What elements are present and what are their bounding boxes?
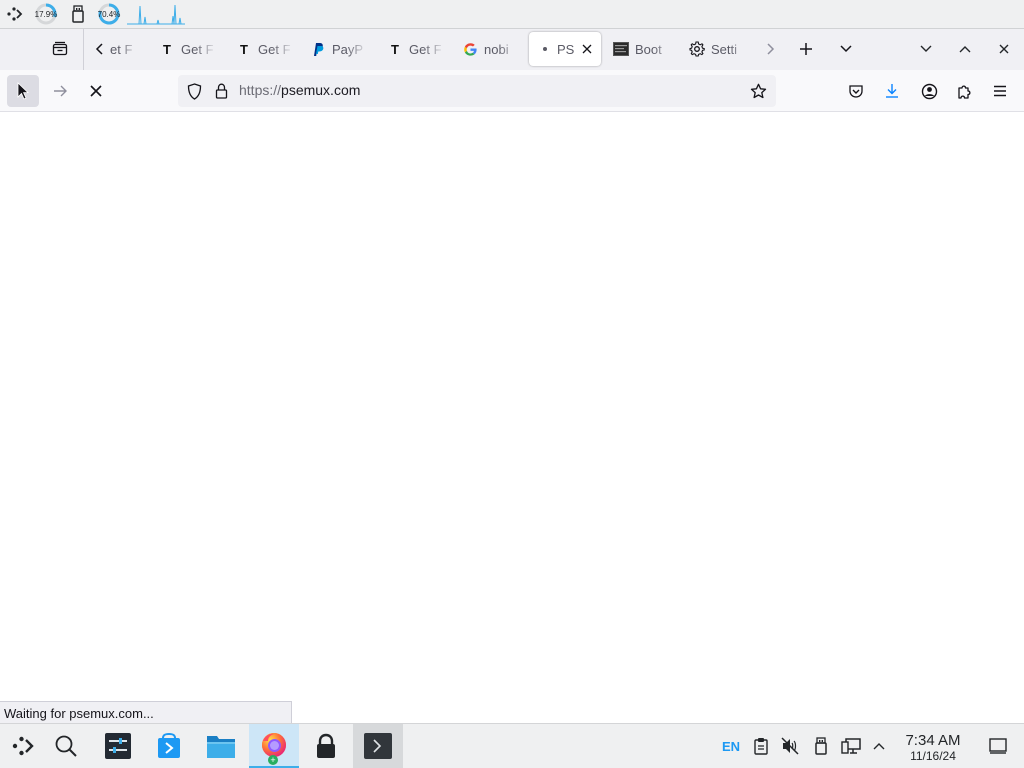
- tab-get-3[interactable]: T Get F: [379, 32, 445, 66]
- top-system-panel: 17.9% 70.4%: [0, 0, 1024, 29]
- application-launcher-button[interactable]: [0, 724, 46, 768]
- google-favicon: [462, 41, 478, 57]
- stop-loading-button[interactable]: [80, 75, 112, 107]
- new-instance-badge-icon: +: [268, 755, 278, 765]
- firefox-taskbar-icon[interactable]: +: [249, 724, 299, 768]
- t-favicon: T: [240, 41, 248, 57]
- taskbar: + EN 7:34 AM 11/16/24: [0, 723, 1024, 768]
- network-wired-icon[interactable]: [839, 734, 863, 758]
- mem-gauge-value: 70.4%: [97, 10, 121, 19]
- file-manager-taskbar-icon[interactable]: [198, 724, 244, 768]
- tab-fade: [346, 32, 368, 66]
- tabs-scroll-right-button[interactable]: [756, 33, 784, 65]
- t-favicon: T: [163, 41, 171, 57]
- bookmark-star-icon[interactable]: [749, 82, 767, 100]
- tab-fade: [729, 32, 751, 66]
- downloads-button[interactable]: [876, 75, 908, 107]
- tab-separator: [83, 29, 84, 70]
- memory-usage-gauge[interactable]: 70.4%: [95, 2, 123, 26]
- tab-fade: [653, 32, 675, 66]
- tab-label: PS: [557, 41, 575, 57]
- volume-muted-icon[interactable]: [779, 734, 801, 758]
- loading-dot-icon: [537, 41, 553, 57]
- tab-google-search[interactable]: nobi: [454, 32, 520, 66]
- navigation-toolbar: https://psemux.com: [0, 70, 1024, 112]
- tab-fade: [498, 32, 520, 66]
- tab-paypal[interactable]: PayP: [302, 32, 368, 66]
- list-all-tabs-button[interactable]: [830, 33, 862, 65]
- terminal-favicon: [613, 41, 629, 57]
- minimize-window-button[interactable]: [910, 33, 942, 65]
- extensions-button[interactable]: [948, 75, 980, 107]
- usb-device-icon[interactable]: [70, 2, 86, 26]
- url-bar[interactable]: https://psemux.com: [178, 75, 776, 107]
- tab-get-partial[interactable]: et F: [106, 32, 140, 66]
- clock-time: 7:34 AM: [905, 732, 961, 749]
- system-settings-taskbar-icon[interactable]: [95, 724, 141, 768]
- search-icon[interactable]: [43, 724, 89, 768]
- usb-device-notifier-icon[interactable]: [810, 734, 832, 758]
- page-content-area[interactable]: [0, 112, 1024, 723]
- keyboard-layout-label: EN: [721, 738, 741, 754]
- tracking-protection-shield-icon[interactable]: [185, 82, 203, 100]
- maximize-window-button[interactable]: [949, 33, 981, 65]
- cpu-gauge-value: 17.9%: [34, 10, 58, 19]
- tab-get-1[interactable]: T Get F: [151, 32, 217, 66]
- network-activity-graph[interactable]: [126, 2, 186, 26]
- lock-screen-taskbar-icon[interactable]: [303, 724, 349, 768]
- url-host: psemux.com: [281, 82, 361, 98]
- show-desktop-icon[interactable]: [986, 734, 1010, 758]
- pocket-button[interactable]: [840, 75, 872, 107]
- discover-store-taskbar-icon[interactable]: [146, 724, 192, 768]
- back-button[interactable]: [7, 75, 39, 107]
- url-text[interactable]: https://psemux.com: [239, 82, 360, 98]
- tab-fade: [272, 32, 294, 66]
- show-hidden-icons-chevron-icon[interactable]: [869, 734, 889, 758]
- tab-settings[interactable]: Setti: [681, 32, 751, 66]
- tab-psemux-active[interactable]: PS: [529, 32, 601, 66]
- app-launcher-icon[interactable]: [4, 2, 26, 26]
- app-menu-button[interactable]: [984, 75, 1016, 107]
- t-favicon: T: [391, 41, 399, 57]
- tab-boot[interactable]: Boot: [605, 32, 675, 66]
- tab-fade: [423, 32, 445, 66]
- keyboard-layout-indicator[interactable]: EN: [718, 734, 744, 758]
- new-tab-button[interactable]: [790, 33, 822, 65]
- tab-fade: [118, 32, 140, 66]
- tab-fade: [195, 32, 217, 66]
- account-button[interactable]: [913, 75, 945, 107]
- clock-date: 11/16/24: [910, 749, 956, 763]
- tab-strip: et F T Get F T Get F PayP T Get F nobi P…: [0, 29, 1024, 70]
- close-window-button[interactable]: [988, 33, 1020, 65]
- lock-icon[interactable]: [212, 82, 230, 100]
- paypal-favicon: [310, 41, 326, 57]
- firefox-view-button[interactable]: [44, 33, 76, 65]
- gear-icon: [689, 41, 705, 57]
- tab-get-2[interactable]: T Get F: [228, 32, 294, 66]
- clipboard-icon[interactable]: [750, 734, 772, 758]
- tab-close-icon[interactable]: [579, 41, 595, 57]
- terminal-taskbar-icon[interactable]: [353, 724, 403, 768]
- status-panel: Waiting for psemux.com...: [0, 701, 292, 723]
- cpu-load-gauge[interactable]: 17.9%: [32, 2, 60, 26]
- forward-button[interactable]: [44, 75, 76, 107]
- url-scheme: https://: [239, 82, 282, 98]
